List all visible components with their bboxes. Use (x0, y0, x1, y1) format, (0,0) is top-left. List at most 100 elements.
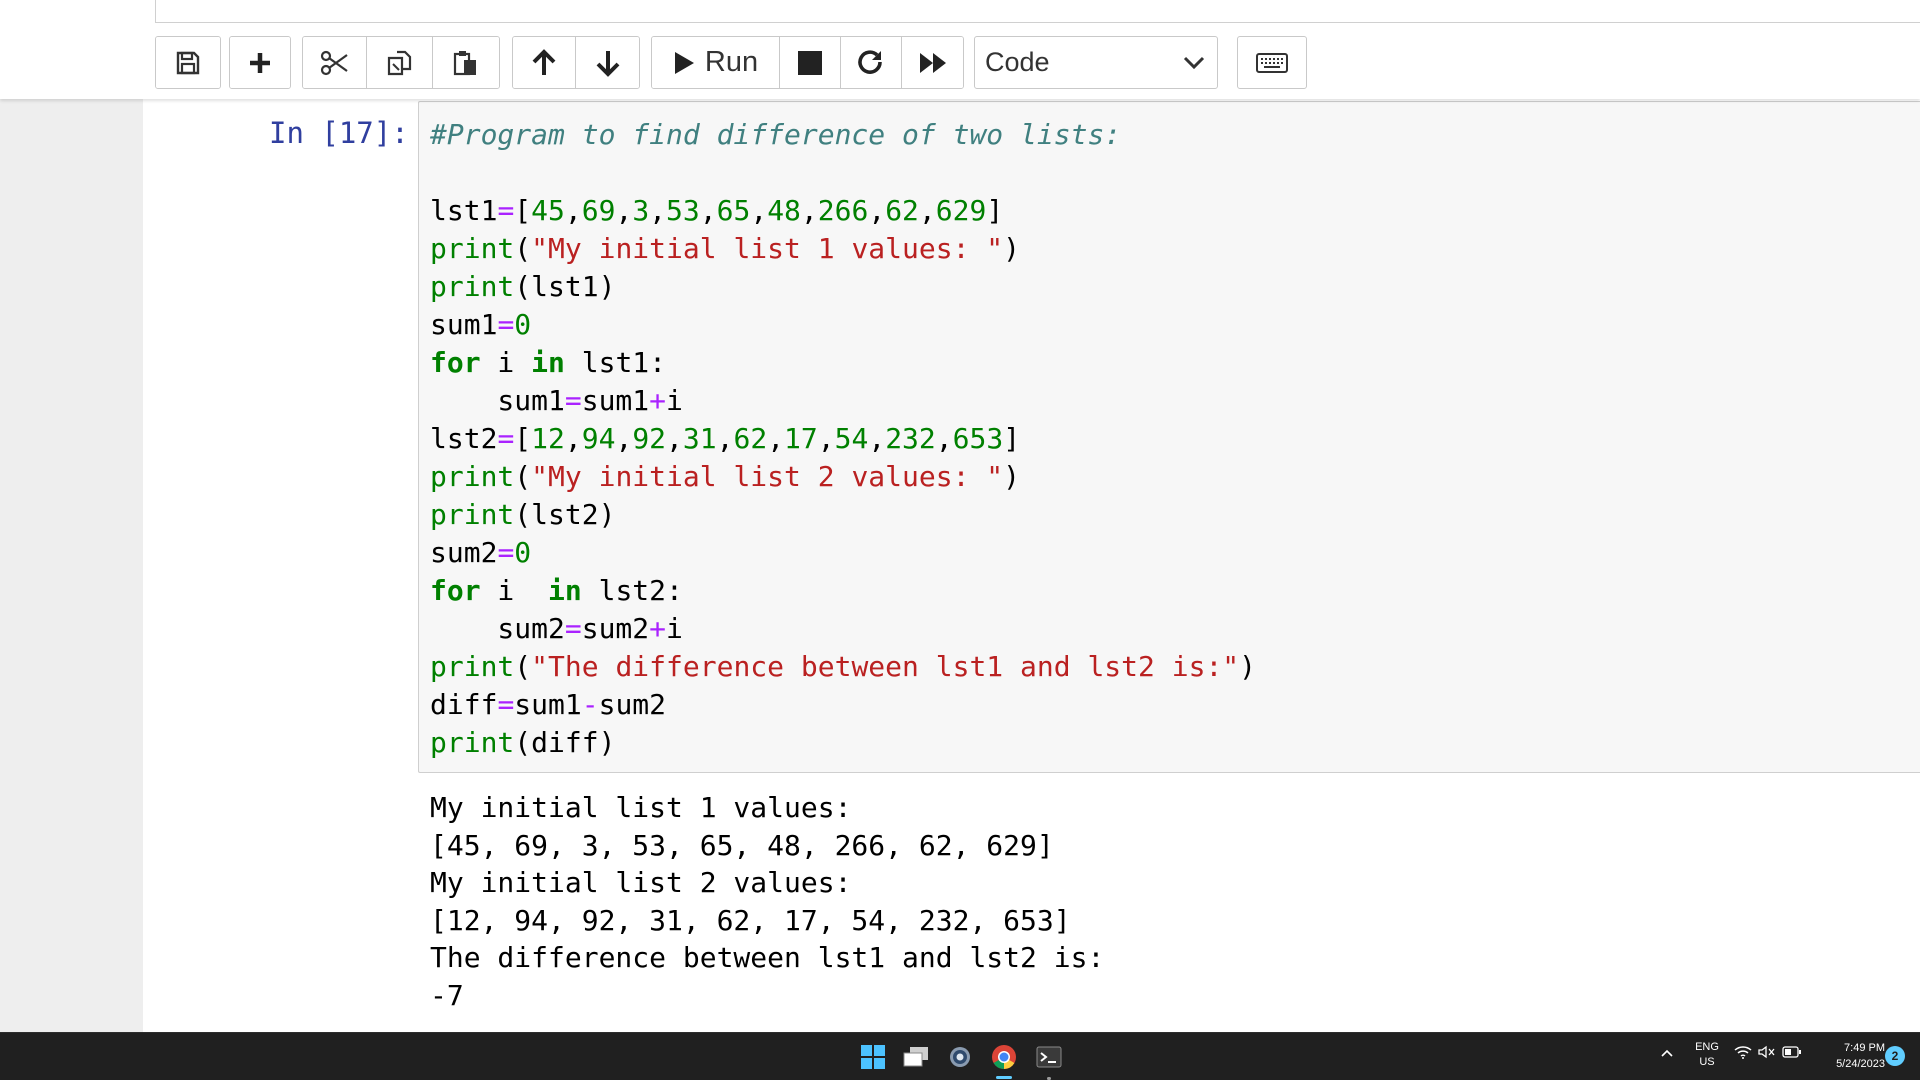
clock[interactable]: 7:49 PM 5/24/2023 (1805, 1040, 1885, 1072)
code-token-name: , (716, 422, 734, 455)
code-token-number: 48 (767, 194, 801, 227)
code-token-name: lst2 (430, 422, 498, 455)
copy-icon (387, 50, 411, 75)
code-token-number: 94 (581, 422, 616, 455)
code-token-name: ] (986, 194, 1004, 227)
code-token-name: i (480, 346, 532, 379)
edit-button-group (302, 36, 500, 89)
insert-cell-button[interactable] (230, 37, 290, 88)
code-token-op: = (497, 422, 515, 455)
restart-kernel-button[interactable] (841, 37, 902, 88)
floppy-disk-icon (176, 51, 200, 74)
code-token-builtin: print (430, 726, 515, 759)
chevron-up-icon[interactable] (1660, 1048, 1674, 1058)
code-token-name: ) (1003, 232, 1021, 265)
windows-start-icon[interactable] (858, 1042, 888, 1072)
keyboard-icon (1256, 52, 1288, 73)
chrome-icon[interactable] (989, 1042, 1019, 1072)
code-token-name: , (868, 194, 886, 227)
code-line: lst2=[12,94,92,31,62,17,54,232,653] (430, 420, 1256, 458)
code-token-number: 92 (632, 422, 667, 455)
code-token-number: 62 (733, 422, 768, 455)
code-token-name: i (666, 384, 683, 417)
move-cell-up-button[interactable] (513, 37, 576, 88)
code-token-name: , (750, 194, 768, 227)
speaker-muted-icon (1758, 1045, 1775, 1059)
move-cell-down-button[interactable] (576, 37, 639, 88)
clock-date: 5/24/2023 (1836, 1058, 1885, 1070)
paste-icon (453, 50, 476, 75)
code-token-name: lst2: (581, 574, 683, 607)
code-editor[interactable]: #Program to find difference of two lists… (418, 101, 1920, 773)
code-token-number: 3 (632, 194, 650, 227)
run-button-group: Run (651, 36, 964, 89)
code-token-name: sum1 (430, 308, 498, 341)
keyboard-shortcuts-button[interactable] (1237, 36, 1307, 89)
language-code: ENG (1695, 1041, 1719, 1053)
code-line: diff=sum1-sum2 (430, 686, 1256, 724)
paste-button[interactable] (433, 37, 499, 88)
code-token-name: sum1 (581, 384, 650, 417)
output-line: [45, 69, 3, 53, 65, 48, 266, 62, 629] (430, 828, 1054, 862)
arrow-down-icon (596, 50, 619, 77)
output-line: My initial list 2 values: (430, 866, 869, 900)
taskbar (0, 1032, 1920, 1080)
code-token-comment: #Program to find difference of two lists… (430, 118, 1122, 151)
output-line: My initial list 1 values: (430, 791, 869, 824)
interrupt-kernel-button[interactable] (780, 37, 841, 88)
menubar-strip (155, 0, 1920, 23)
active-app-indicator (996, 1076, 1012, 1079)
settings-icon[interactable] (945, 1042, 975, 1072)
code-token-name: , (699, 194, 717, 227)
code-token-number: 12 (531, 422, 565, 455)
code-line: print("My initial list 2 values: ") (430, 458, 1256, 496)
system-tray[interactable] (1734, 1045, 1802, 1059)
output-line: The difference between lst1 and lst2 is: (430, 941, 1105, 975)
code-line: sum1=0 (430, 306, 1256, 344)
code-token-name: , (935, 422, 953, 455)
code-token-builtin: print (430, 232, 515, 265)
code-line: for i in lst2: (430, 572, 1256, 610)
notification-badge[interactable]: 2 (1885, 1046, 1905, 1066)
code-token-name: i (480, 574, 549, 607)
code-token-name: , (666, 422, 683, 455)
code-token-keyword: for (430, 574, 481, 607)
save-button[interactable] (156, 37, 220, 88)
code-token-keyword: in (531, 346, 565, 379)
code-token-name: (lst2) (514, 498, 616, 531)
code-token-number: 54 (834, 422, 869, 455)
notebook-page: In [17]: #Program to find difference of … (143, 99, 1920, 1032)
code-token-name: , (918, 194, 936, 227)
wifi-icon (1734, 1046, 1752, 1059)
cell-type-select[interactable]: Code (974, 36, 1218, 89)
language-indicator[interactable]: ENG US (1690, 1040, 1724, 1070)
copy-button[interactable] (367, 37, 433, 88)
plus-icon (250, 52, 270, 73)
code-line: print(lst2) (430, 496, 1256, 534)
code-token-name: , (564, 194, 582, 227)
code-token-op: + (649, 612, 667, 645)
code-token-number: 0 (514, 536, 532, 569)
code-line: print(diff) (430, 724, 1256, 762)
code-token-number: 45 (531, 194, 565, 227)
insert-button-group (229, 36, 291, 89)
cell-output: My initial list 1 values: [45, 69, 3, 53… (430, 789, 1104, 1015)
code-token-name: sum2 (430, 536, 498, 569)
cut-button[interactable] (303, 37, 367, 88)
task-view-icon[interactable] (901, 1042, 931, 1072)
code-line: print("My initial list 1 values: ") (430, 230, 1256, 268)
code-lines: #Program to find difference of two lists… (430, 116, 1256, 762)
scissors-icon (320, 50, 348, 75)
code-token-op: = (497, 536, 515, 569)
code-token-string: "The difference between lst1 and lst2 is… (531, 650, 1240, 683)
terminal-icon[interactable] (1034, 1042, 1064, 1072)
code-token-number: 232 (885, 422, 936, 455)
code-token-keyword: for (430, 346, 481, 379)
restart-run-all-button[interactable] (902, 37, 963, 88)
save-button-group (155, 36, 221, 89)
code-token-name: , (649, 194, 667, 227)
code-token-op: + (649, 384, 667, 417)
code-token-number: 31 (682, 422, 717, 455)
run-button[interactable]: Run (652, 37, 780, 88)
